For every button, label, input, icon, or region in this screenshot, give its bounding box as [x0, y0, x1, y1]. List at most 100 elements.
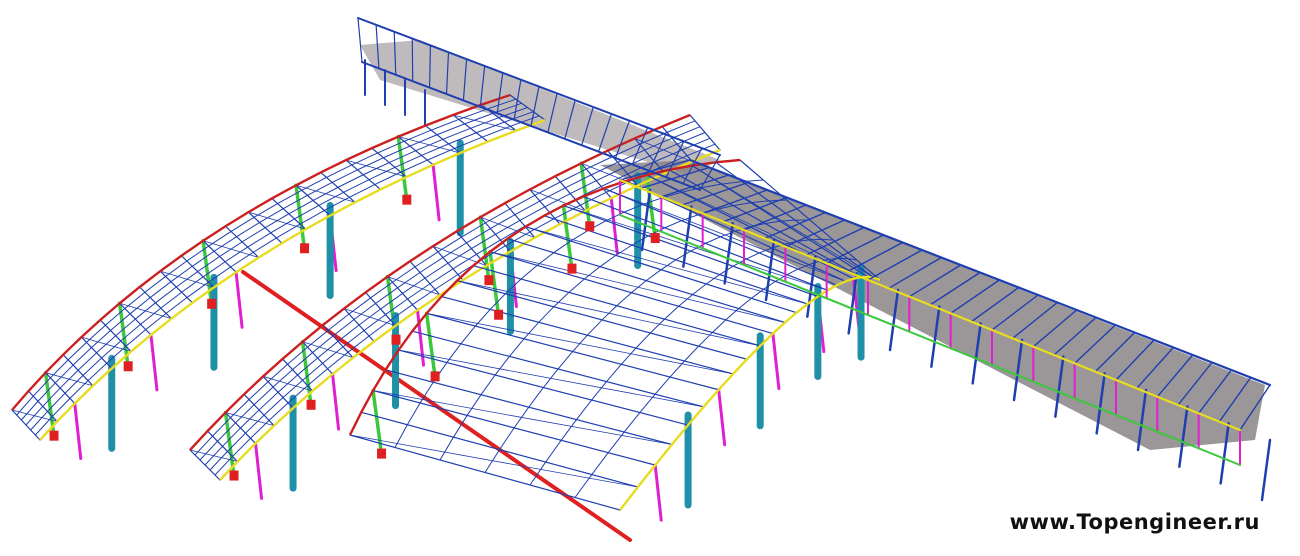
column-base: [207, 298, 217, 309]
arch-rib: [442, 242, 467, 259]
arch-support-brace: [149, 333, 159, 392]
arch-rib: [42, 387, 61, 407]
arch-rib: [568, 278, 585, 293]
arch-diagonal-brace: [398, 349, 705, 408]
arch-rib: [181, 276, 204, 293]
arch-rib: [705, 236, 721, 244]
arch-support-brace: [254, 441, 264, 500]
arch-rib: [664, 220, 683, 229]
arch-diagonal-brace: [372, 390, 673, 445]
column-base: [585, 221, 595, 232]
arch-rib: [213, 236, 238, 252]
arch-rib: [523, 321, 540, 340]
arch-rib: [429, 268, 454, 285]
arch-rib: [494, 355, 510, 376]
arch-rib: [664, 305, 680, 320]
arch-rib: [623, 412, 641, 433]
arch-rib: [170, 265, 193, 283]
arch-rib: [745, 252, 760, 260]
arch-rib: [414, 251, 439, 268]
arch-rib: [337, 174, 364, 188]
arch-rib: [232, 437, 252, 457]
arch-rib: [77, 352, 98, 371]
arch-rib: [245, 414, 265, 434]
arch-rib: [575, 399, 593, 421]
upper-block-chord: [361, 61, 701, 191]
column-base: [49, 430, 59, 441]
arch-rib: [292, 352, 314, 371]
arch-support-brace: [653, 463, 663, 522]
arch-rib: [436, 123, 466, 136]
arch-rib: [337, 324, 360, 342]
arch-rib: [155, 286, 177, 304]
watermark-text: www.Topengineer.ru: [1009, 510, 1260, 534]
arch-rib: [586, 319, 603, 336]
arch-rib: [125, 329, 147, 347]
arch-rib: [678, 294, 693, 307]
arch-rib: [394, 154, 423, 168]
arch-rib: [363, 314, 387, 331]
arch-rib: [342, 329, 365, 348]
arch-rib: [591, 381, 608, 401]
arch-rib: [635, 332, 651, 349]
upper-gallery-slab: [360, 40, 720, 175]
column-base: [494, 309, 504, 320]
arch-rib: [620, 347, 637, 365]
arch-rib: [692, 283, 707, 296]
arch-rib: [306, 181, 333, 196]
arch-rib: [72, 347, 93, 366]
arch-support-column: [294, 183, 306, 247]
arch-rib: [601, 305, 618, 321]
arch-rib: [711, 319, 727, 333]
arch-rib: [654, 376, 671, 395]
arch-rib: [368, 319, 392, 337]
arch-rib: [669, 360, 686, 378]
column-base: [430, 371, 440, 382]
arch-rib: [287, 385, 309, 404]
arch-rib: [406, 402, 421, 426]
arch-rib: [407, 283, 431, 300]
upper-block-purlin: [429, 44, 431, 89]
arch-rib: [307, 368, 329, 387]
arch-rib: [545, 439, 562, 463]
arch-rib: [460, 325, 476, 345]
arch-rib: [560, 419, 577, 441]
arch-rib: [332, 319, 355, 337]
arch-rib: [557, 351, 574, 370]
arch-rib: [442, 127, 471, 140]
column-base: [650, 233, 660, 244]
arch-diagonal-brace: [225, 412, 275, 426]
arch-rib: [247, 232, 272, 248]
arch-support-brace: [73, 401, 83, 460]
arch-rib: [419, 257, 444, 273]
arch-rib: [357, 157, 384, 171]
arch-rib: [327, 313, 350, 331]
arch-rib: [236, 221, 261, 238]
arch-rib: [616, 292, 632, 307]
upper-block-purlin: [357, 17, 363, 63]
arch-rib: [54, 364, 74, 384]
arch-rib: [282, 194, 308, 210]
arch-rib: [528, 387, 544, 408]
arch-rib: [115, 318, 136, 337]
column-base: [306, 399, 316, 410]
arch-rib: [424, 262, 449, 279]
arch-rib: [64, 374, 84, 394]
arch-rib: [331, 169, 359, 183]
roof-slab-surfaces: [360, 40, 1265, 450]
arch-rib: [538, 306, 555, 323]
arch-rib: [465, 228, 491, 244]
arched-roof-trusses: [11, 93, 881, 511]
arch-support-column: [396, 134, 409, 199]
column-base: [300, 243, 310, 254]
column-base: [402, 194, 412, 205]
arch-support-brace: [431, 163, 441, 222]
arch-rib: [520, 264, 538, 280]
arch-rib: [241, 227, 266, 243]
arch-rib: [268, 402, 289, 421]
arch-rib: [475, 121, 506, 134]
arch-rib: [382, 145, 411, 159]
arch-rib: [209, 450, 229, 471]
arch-rib: [30, 410, 49, 431]
arch-rib: [630, 280, 647, 294]
